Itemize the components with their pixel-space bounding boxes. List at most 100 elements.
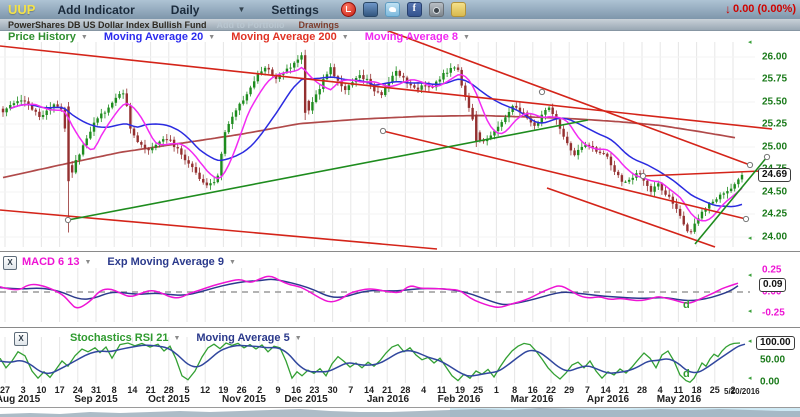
candles-group[interactable] xyxy=(2,50,743,235)
indicator-macd[interactable]: MACD 6 13 ▼ xyxy=(22,256,91,268)
scale-arrow-icon[interactable]: ◂ xyxy=(748,307,752,315)
x-axis-day-tick: 9 xyxy=(275,385,280,395)
indicator-ma8[interactable]: Moving Average 8 ▼ xyxy=(365,31,470,43)
macd-value-box: 0.09 xyxy=(759,278,786,292)
quote-change: ↓ 0.00 (0.00%) xyxy=(725,2,796,16)
scale-arrow-icon[interactable]: ◂ xyxy=(748,337,752,345)
trendline-handle[interactable] xyxy=(743,216,748,221)
indicator-label: Exp Moving Average 9 xyxy=(107,256,224,268)
price-axis-tick: 25.50 xyxy=(762,97,787,108)
indicator-label: Stochastics RSI 21 xyxy=(70,332,168,344)
chevron-down-icon[interactable]: ▼ xyxy=(84,259,91,266)
x-axis-day-tick: 12 xyxy=(200,385,210,395)
x-axis-day-tick: 2 xyxy=(730,385,735,395)
trendline-handle[interactable] xyxy=(640,173,645,178)
indicator-label: Moving Average 20 xyxy=(104,31,203,43)
drawings-link[interactable]: Drawings xyxy=(299,20,340,30)
app-subheader: PowerShares DB US Dollar Index Bullish F… xyxy=(0,19,800,31)
chevron-down-icon[interactable]: ▼ xyxy=(463,34,470,41)
price-axis-tick: 25.00 xyxy=(762,142,787,153)
indicator-price-history[interactable]: Price History ▼ xyxy=(8,31,88,43)
scale-arrow-icon[interactable]: ◂ xyxy=(748,271,752,279)
last-price-box: 24.69 xyxy=(758,168,791,182)
x-axis-day-tick: 28 xyxy=(637,385,647,395)
indicator-label: Moving Average 200 xyxy=(231,31,337,43)
scale-arrow-icon[interactable]: ◂ xyxy=(748,374,752,382)
x-axis-day-tick: 1 xyxy=(494,385,499,395)
book-icon[interactable] xyxy=(363,2,378,17)
x-axis-day-tick: 17 xyxy=(55,385,65,395)
x-axis-month-label: Oct 2015 xyxy=(148,394,190,405)
menu-timeframe[interactable]: Daily xyxy=(171,3,200,17)
twitter-icon[interactable] xyxy=(385,2,400,17)
indicator-exp-ma9[interactable]: Exp Moving Average 9 ▼ xyxy=(107,256,236,268)
chevron-down-icon[interactable]: ▼ xyxy=(229,259,236,266)
notes-icon[interactable] xyxy=(451,2,466,17)
macd-axis-tick: 0.25 xyxy=(762,265,781,276)
symbol-label[interactable]: UUP xyxy=(8,2,35,17)
scale-arrow-icon[interactable]: ◂ xyxy=(748,38,752,46)
stoch-rsi-line[interactable] xyxy=(0,343,740,382)
x-axis-month-label: Mar 2016 xyxy=(511,394,554,405)
trendline-handle[interactable] xyxy=(539,89,544,94)
chevron-down-icon[interactable]: ▼ xyxy=(173,335,180,342)
x-axis-month-label: May 2016 xyxy=(657,394,701,405)
stoch-value-box: 100.00 xyxy=(756,336,795,350)
x-axis-day-tick: 25 xyxy=(710,385,720,395)
macd-axis-tick: -0.25 xyxy=(762,308,785,319)
price-axis-tick: 24.00 xyxy=(762,232,787,243)
alarm-clock-icon[interactable] xyxy=(341,2,356,17)
chevron-down-icon[interactable]: ▼ xyxy=(295,335,302,342)
trendline[interactable] xyxy=(68,120,588,220)
scale-arrow-icon[interactable]: ◂ xyxy=(748,234,752,242)
macd-indicator-row: MACD 6 13 ▼ Exp Moving Average 9 ▼ xyxy=(22,256,252,268)
trendline-handle[interactable] xyxy=(380,128,385,133)
price-chart-canvas[interactable] xyxy=(0,0,800,417)
price-axis-tick: 25.75 xyxy=(762,74,787,85)
chevron-down-icon[interactable]: ▼ xyxy=(81,34,88,41)
stoch-annotation-d: d xyxy=(683,368,690,380)
x-axis-month-label: Apr 2016 xyxy=(587,394,629,405)
quote-change-text: 0.00 (0.00%) xyxy=(733,3,796,15)
indicator-ma5[interactable]: Moving Average 5 ▼ xyxy=(196,332,301,344)
x-axis-month-label: Dec 2015 xyxy=(284,394,327,405)
indicator-ma20[interactable]: Moving Average 20 ▼ xyxy=(104,31,215,43)
indicator-ma200[interactable]: Moving Average 200 ▼ xyxy=(231,31,349,43)
trendline-handle[interactable] xyxy=(747,162,752,167)
stoch-indicator-row: Stochastics RSI 21 ▼ Moving Average 5 ▼ xyxy=(70,332,318,344)
trading-app-window: UUP Add Indicator Daily ▼ Settings f ↓ 0… xyxy=(0,0,800,417)
arrow-down-icon: ↓ xyxy=(725,2,731,16)
trendline[interactable] xyxy=(547,188,715,247)
trendline[interactable] xyxy=(0,210,437,249)
header-icon-bar: f xyxy=(341,2,466,17)
trendline-handle[interactable] xyxy=(764,154,769,159)
trendline[interactable] xyxy=(695,157,767,244)
stoch-ma5-line[interactable] xyxy=(0,344,745,376)
trendline[interactable] xyxy=(383,131,746,219)
facebook-icon[interactable]: f xyxy=(407,2,422,17)
stoch-close-button[interactable]: X xyxy=(14,332,28,346)
x-axis-day-tick: 30 xyxy=(328,385,338,395)
x-axis-month-label: Aug 2015 xyxy=(0,394,40,405)
macd-close-button[interactable]: X xyxy=(3,256,17,270)
macd-annotation-d: d xyxy=(683,299,690,311)
price-axis-tick: 24.25 xyxy=(762,209,787,220)
trendline[interactable] xyxy=(0,46,772,129)
price-axis-tick: 24.50 xyxy=(762,187,787,198)
menu-add-indicator[interactable]: Add Indicator xyxy=(57,3,134,17)
trendline-handle[interactable] xyxy=(65,217,70,222)
timeframe-caret-icon[interactable]: ▼ xyxy=(237,5,245,14)
x-axis-month-label: Jan 2016 xyxy=(367,394,409,405)
ma8-line[interactable] xyxy=(10,68,742,221)
chevron-down-icon[interactable]: ▼ xyxy=(342,34,349,41)
indicator-stoch-rsi[interactable]: Stochastics RSI 21 ▼ xyxy=(70,332,180,344)
camera-icon[interactable] xyxy=(429,2,444,17)
price-axis-tick: 26.00 xyxy=(762,52,787,63)
menu-settings[interactable]: Settings xyxy=(271,3,318,17)
price-indicator-row: Price History ▼ Moving Average 20 ▼ Movi… xyxy=(8,31,486,43)
chevron-down-icon[interactable]: ▼ xyxy=(208,34,215,41)
add-to-portfolio-link[interactable]: Add to Portfolio xyxy=(217,20,285,30)
end-date-label: 5/20/2016 xyxy=(724,387,760,396)
fund-name: PowerShares DB US Dollar Index Bullish F… xyxy=(8,20,207,30)
indicator-label: Moving Average 8 xyxy=(365,31,458,43)
